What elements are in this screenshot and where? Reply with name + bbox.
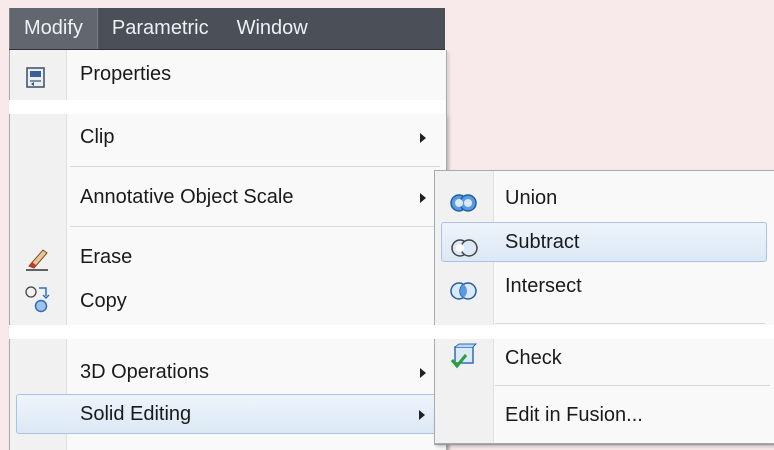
menu-item-label: Clip	[80, 126, 115, 148]
menu-item-partial	[80, 439, 380, 450]
submenu-item-subtract[interactable]: Subtract	[441, 222, 767, 262]
copy-icon	[22, 284, 52, 329]
submenu-item-intersect[interactable]: Intersect	[435, 267, 774, 305]
submenu-item-edit-in-fusion[interactable]: Edit in Fusion...	[435, 396, 774, 434]
solid-editing-submenu-lower: Check Edit in Fusion...	[434, 339, 774, 444]
menu-item-erase[interactable]: Erase	[10, 238, 446, 276]
submenu-item-label: Check	[505, 347, 562, 369]
menu-item-label: Erase	[80, 246, 133, 268]
eraser-icon	[23, 244, 51, 285]
submenu-item-label: Union	[505, 187, 558, 209]
subtract-icon	[450, 233, 480, 271]
menu-item-label: Copy	[80, 290, 127, 312]
menu-bar: Modify Parametric Window	[9, 8, 445, 50]
menu-separator	[70, 166, 440, 167]
menu-modify[interactable]: Modify	[9, 8, 98, 49]
menu-item-annotative-object-scale[interactable]: Annotative Object Scale	[10, 178, 446, 216]
menu-item-3d-operations[interactable]: 3D Operations	[10, 353, 446, 391]
menu-item-copy[interactable]: Copy	[10, 282, 446, 320]
menu-item-properties[interactable]: Properties	[10, 55, 446, 93]
submenu-item-check[interactable]: Check	[435, 339, 774, 377]
submenu-item-label: Subtract	[505, 231, 580, 253]
menu-gap	[9, 100, 445, 114]
properties-icon	[25, 64, 47, 102]
menu-separator	[70, 226, 440, 227]
submenu-gap	[434, 325, 774, 339]
submenu-item-label: Intersect	[505, 275, 582, 297]
menu-parametric[interactable]: Parametric	[98, 8, 223, 49]
union-icon	[449, 188, 479, 226]
submenu-arrow-icon	[420, 368, 426, 378]
check-icon	[449, 343, 479, 386]
submenu-arrow-icon	[420, 133, 426, 143]
submenu-arrow-icon	[419, 410, 425, 420]
menu-item-clip[interactable]: Clip	[10, 118, 446, 156]
menu-item-label: Solid Editing	[80, 403, 192, 425]
menu-window[interactable]: Window	[223, 8, 322, 49]
submenu-separator	[495, 385, 770, 386]
intersect-icon	[449, 276, 479, 314]
menu-item-label: Annotative Object Scale	[80, 186, 294, 208]
submenu-arrow-icon	[420, 193, 426, 203]
menu-item-label: Properties	[80, 63, 172, 85]
submenu-separator	[495, 323, 765, 324]
submenu-item-union[interactable]: Union	[435, 179, 774, 217]
modify-menu-bottom: 3D Operations Solid Editing	[9, 339, 447, 450]
menu-item-label: 3D Operations	[80, 361, 209, 383]
menu-item-solid-editing[interactable]: Solid Editing	[16, 394, 440, 434]
submenu-item-label: Edit in Fusion...	[505, 404, 643, 426]
menu-gap	[9, 325, 445, 339]
